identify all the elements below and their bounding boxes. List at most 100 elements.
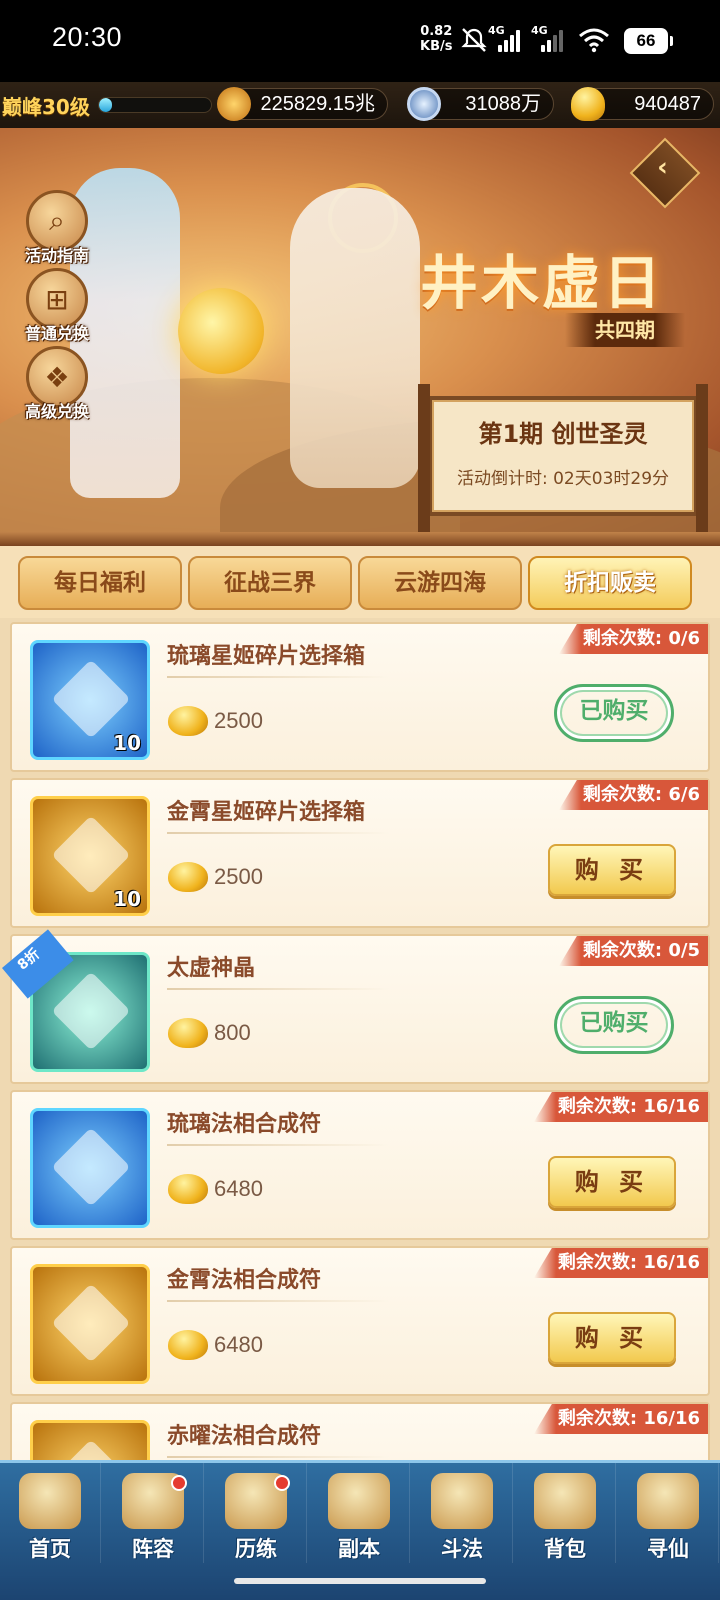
- name-underline: [167, 1300, 389, 1302]
- item-art: [51, 1127, 131, 1207]
- board-post: [696, 384, 708, 534]
- coin-display[interactable]: 31088万: [407, 87, 554, 121]
- banner-divider: [0, 532, 720, 546]
- event-periods: 共四期: [565, 313, 685, 347]
- tab-daily-welfare[interactable]: 每日福利: [18, 556, 182, 610]
- gold-ingot-icon: [571, 87, 605, 121]
- normal-exchange-button[interactable]: ⊞ 普通兑换: [18, 268, 96, 344]
- shop-item-card: 10 金霄星姬碎片选择箱 2500 剩余次数: 6/6 购 买: [10, 778, 710, 928]
- nav-lineup[interactable]: 阵容: [103, 1463, 204, 1563]
- nav-seek-immortal[interactable]: 寻仙: [618, 1463, 719, 1563]
- nav-label: 副本: [338, 1537, 380, 1561]
- remaining-count-tag: 剩余次数: 0/6: [558, 624, 708, 654]
- gold-ingot-icon: [168, 706, 208, 736]
- nav-label: 斗法: [441, 1537, 483, 1561]
- nav-dungeon[interactable]: 副本: [309, 1463, 410, 1563]
- purchased-stamp: 已购买: [554, 684, 674, 742]
- nav-home[interactable]: 首页: [0, 1463, 101, 1563]
- item-price: 2500: [214, 708, 263, 733]
- network-speed-value: 0.82: [420, 24, 453, 39]
- ingot-display[interactable]: 940487: [571, 87, 714, 121]
- phase-board: 第1期 创世圣灵 活动倒计时: 02天03时29分: [418, 384, 708, 534]
- tab-travel-four-seas[interactable]: 云游四海: [358, 556, 522, 610]
- item-name: 琉璃星姬碎片选择箱: [167, 644, 366, 669]
- nav-duel[interactable]: 斗法: [412, 1463, 513, 1563]
- wifi-icon: [579, 28, 609, 53]
- phase-title: 第1期 创世圣灵: [478, 420, 648, 448]
- tab-discount-sale[interactable]: 折扣贩卖: [528, 556, 692, 610]
- tab-battle-three-realms[interactable]: 征战三界: [188, 556, 352, 610]
- name-underline: [167, 1144, 389, 1146]
- duel-icon: [431, 1473, 493, 1529]
- buy-button[interactable]: 购 买: [548, 1156, 676, 1208]
- coin-value: 31088万: [465, 93, 541, 115]
- item-quantity: 10: [113, 887, 141, 911]
- nav-label: 首页: [29, 1537, 71, 1561]
- moon-art: [178, 288, 264, 374]
- normal-exchange-label: 普通兑换: [24, 324, 89, 343]
- board-post: [418, 384, 430, 534]
- item-art: [51, 971, 131, 1051]
- home-icon: [19, 1473, 81, 1529]
- item-price: 2500: [214, 864, 263, 889]
- event-title: 井木虚日: [420, 249, 665, 317]
- buy-button[interactable]: 购 买: [548, 844, 676, 896]
- item-name: 金霄法相合成符: [167, 1268, 322, 1293]
- shop-item-list[interactable]: 10 琉璃星姬碎片选择箱 2500 剩余次数: 0/6 已购买 10 金霄星姬碎片选择箱 25…: [0, 618, 720, 1460]
- event-banner: 井木虚日 共四期 ‹ ⌕ 活动指南 ⊞ 普通兑换 ❖ 高级兑换 第1期 创世圣灵…: [0, 128, 720, 540]
- item-icon[interactable]: 10: [30, 640, 150, 760]
- tab-bar: 每日福利 征战三界 云游四海 折扣贩卖: [0, 546, 720, 618]
- level-progress-bar: [98, 97, 212, 113]
- item-art: [51, 815, 131, 895]
- item-art: [51, 659, 131, 739]
- guide-label: 活动指南: [24, 246, 89, 265]
- purchased-stamp: 已购买: [554, 996, 674, 1054]
- item-art: [51, 1283, 131, 1363]
- item-price: 6480: [214, 1176, 263, 1201]
- coin-icon: [407, 87, 441, 121]
- shop-item-card: 赤曜法相合成符 剩余次数: 16/16: [10, 1402, 710, 1460]
- seek-immortal-icon: [637, 1473, 699, 1529]
- remaining-count-tag: 剩余次数: 16/16: [533, 1092, 708, 1122]
- gold-ingot-icon: [168, 862, 208, 892]
- notification-dot: [171, 1475, 187, 1491]
- item-icon[interactable]: 10: [30, 796, 150, 916]
- clock: 20:30: [52, 22, 123, 52]
- nav-label: 寻仙: [647, 1537, 689, 1561]
- item-quantity: 10: [113, 731, 141, 755]
- ingot-value: 940487: [634, 93, 701, 115]
- nav-label: 阵容: [132, 1537, 174, 1561]
- item-price: 6480: [214, 1332, 263, 1357]
- nav-training[interactable]: 历练: [206, 1463, 307, 1563]
- name-underline: [167, 676, 389, 678]
- back-arrow-icon: ‹: [657, 152, 668, 183]
- shop-item-card: 琉璃法相合成符 6480 剩余次数: 16/16 购 买: [10, 1090, 710, 1240]
- level-progress-fill: [99, 98, 113, 112]
- signal-2-icon: [541, 30, 567, 52]
- nav-backpack[interactable]: 背包: [515, 1463, 616, 1563]
- resource-bar: 巅峰30级 225829.15兆 31088万 940487: [0, 82, 720, 128]
- name-underline: [167, 832, 389, 834]
- buy-button[interactable]: 购 买: [548, 1312, 676, 1364]
- countdown-text: 活动倒计时: 02天03时29分: [456, 469, 670, 489]
- remaining-count-tag: 剩余次数: 6/6: [558, 780, 708, 810]
- gold-ingot-icon: [168, 1174, 208, 1204]
- dungeon-icon: [328, 1473, 390, 1529]
- shop-item-card: 8折 太虚神晶 800 剩余次数: 0/5 已购买: [2, 929, 710, 1084]
- power-display: 225829.15兆: [217, 87, 388, 121]
- home-indicator[interactable]: [234, 1578, 486, 1584]
- back-button[interactable]: ‹: [629, 137, 701, 209]
- advanced-exchange-button[interactable]: ❖ 高级兑换: [18, 346, 96, 422]
- gold-ingot-icon: [168, 1018, 208, 1048]
- item-icon[interactable]: [30, 1108, 150, 1228]
- item-name: 太虚神晶: [167, 956, 256, 981]
- remaining-count-tag: 剩余次数: 16/16: [533, 1404, 708, 1434]
- shop-item-card: 金霄法相合成符 6480 剩余次数: 16/16 购 买: [10, 1246, 710, 1396]
- name-underline: [167, 988, 389, 990]
- remaining-count-tag: 剩余次数: 16/16: [533, 1248, 708, 1278]
- item-icon[interactable]: [30, 1420, 150, 1460]
- item-icon[interactable]: [30, 1264, 150, 1384]
- guide-button[interactable]: ⌕ 活动指南: [18, 190, 96, 266]
- mute-icon: [461, 28, 487, 52]
- nav-label: 历练: [235, 1537, 277, 1561]
